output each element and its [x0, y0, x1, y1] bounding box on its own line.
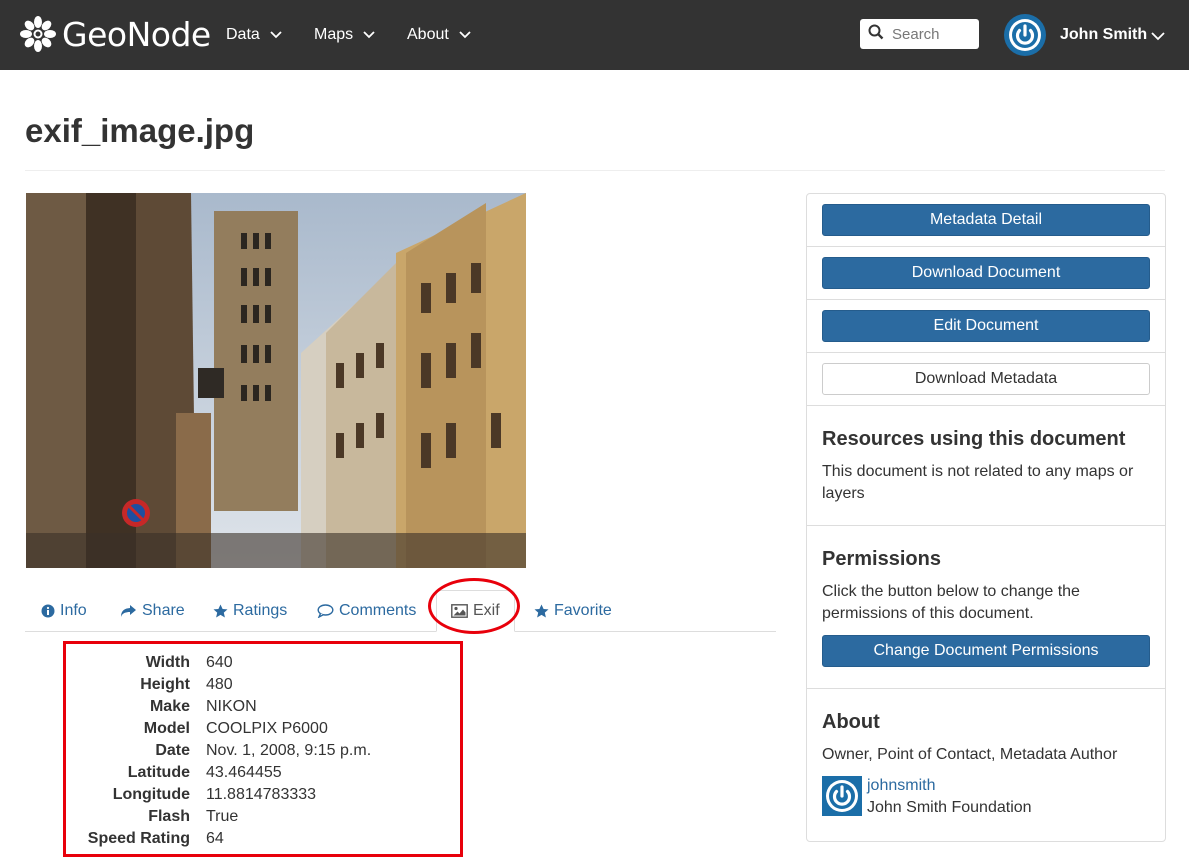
about-roles: Owner, Point of Contact, Metadata Author — [822, 746, 1118, 763]
comment-icon — [317, 604, 334, 618]
document-image — [26, 193, 526, 568]
exif-value: 64 — [206, 830, 224, 847]
download-document-button[interactable]: Download Document — [822, 257, 1150, 289]
exif-value: NIKON — [206, 698, 257, 715]
about-heading: About — [822, 711, 880, 733]
exif-key: Make — [149, 698, 190, 715]
edit-document-button[interactable]: Edit Document — [822, 310, 1150, 342]
nav-data-label: Data — [226, 26, 260, 43]
nav-maps-label: Maps — [314, 26, 354, 43]
permissions-text: Click the button below to change the per… — [822, 583, 1080, 622]
nav-about-dropdown[interactable]: About — [407, 22, 471, 48]
owner-username-link[interactable]: johnsmith — [867, 777, 935, 795]
exif-key: Date — [155, 742, 190, 759]
exif-key: Speed Rating — [87, 830, 190, 847]
sidebar-divider — [807, 405, 1165, 406]
nav-about-label: About — [407, 26, 449, 43]
search-input[interactable] — [892, 25, 972, 43]
exif-row: Height 480 — [66, 674, 466, 696]
exif-value: Nov. 1, 2008, 9:15 p.m. — [206, 742, 372, 759]
image-icon — [451, 604, 468, 618]
exif-key: Longitude — [112, 786, 190, 803]
exif-row: Flash True — [66, 806, 466, 828]
sidebar-divider — [807, 352, 1165, 353]
tab-favorite-label: Favorite — [554, 602, 612, 619]
exif-key: Height — [140, 676, 190, 693]
sidebar-divider — [807, 688, 1165, 689]
title-divider — [25, 170, 1165, 171]
metadata-detail-button[interactable]: Metadata Detail — [822, 204, 1150, 236]
tab-ratings-label: Ratings — [233, 602, 288, 619]
star-icon — [213, 604, 228, 618]
brand-name: GeoNode — [62, 14, 211, 54]
tab-ratings[interactable]: Ratings — [213, 598, 287, 624]
user-avatar[interactable] — [1004, 14, 1046, 56]
power-icon — [826, 780, 858, 812]
exif-value: 43.464455 — [206, 764, 282, 781]
resources-text: This document is not related to any maps… — [822, 463, 1134, 502]
exif-value: 480 — [206, 676, 233, 693]
tab-share[interactable]: Share — [120, 598, 185, 624]
page-title: exif_image.jpg — [25, 112, 255, 149]
search-icon — [868, 24, 884, 45]
exif-value: 640 — [206, 654, 233, 671]
change-permissions-button[interactable]: Change Document Permissions — [822, 635, 1150, 667]
search-box[interactable] — [860, 19, 979, 49]
document-tabs: Info Share Ratings Comments Exif Favorit… — [25, 590, 776, 632]
permissions-heading: Permissions — [822, 548, 941, 570]
exif-key: Flash — [148, 808, 190, 825]
geonode-flower-icon — [20, 16, 56, 52]
chevron-down-icon — [270, 31, 282, 39]
tab-info[interactable]: Info — [41, 598, 87, 624]
exif-row: Latitude 43.464455 — [66, 762, 466, 784]
sidebar-divider — [807, 299, 1165, 300]
chevron-down-icon[interactable] — [1151, 28, 1165, 46]
exif-table: Width 640 Height 480 Make NIKON Model CO… — [63, 641, 463, 857]
owner-avatar[interactable] — [822, 776, 862, 816]
sidebar-divider — [807, 246, 1165, 247]
sidebar-divider — [807, 525, 1165, 526]
geonode-logo[interactable]: GeoNode — [18, 10, 211, 58]
document-sidebar: Metadata Detail Download Document Edit D… — [806, 193, 1166, 842]
exif-value: 11.8814783333 — [206, 786, 317, 803]
info-circle-icon — [41, 604, 55, 618]
download-metadata-button[interactable]: Download Metadata — [822, 363, 1150, 395]
nav-maps-dropdown[interactable]: Maps — [314, 22, 375, 48]
exif-key: Latitude — [127, 764, 190, 781]
tab-share-label: Share — [142, 602, 185, 619]
power-icon — [1009, 19, 1041, 51]
exif-row: Speed Rating 64 — [66, 828, 466, 850]
resources-heading: Resources using this document — [822, 428, 1126, 450]
exif-row: Width 640 — [66, 652, 466, 674]
share-arrow-icon — [120, 604, 137, 618]
owner-organization: John Smith Foundation — [867, 799, 1032, 816]
user-menu-name[interactable]: John Smith — [1060, 22, 1147, 48]
exif-row: Make NIKON — [66, 696, 466, 718]
chevron-down-icon — [459, 31, 471, 39]
nav-data-dropdown[interactable]: Data — [226, 22, 282, 48]
tab-exif-label: Exif — [473, 602, 500, 619]
tab-comments[interactable]: Comments — [317, 598, 416, 624]
exif-key: Width — [145, 654, 190, 671]
star-icon — [534, 604, 549, 618]
exif-key: Model — [143, 720, 190, 737]
exif-row: Longitude 11.8814783333 — [66, 784, 466, 806]
tab-favorite[interactable]: Favorite — [534, 598, 612, 624]
chevron-down-icon — [363, 31, 375, 39]
tab-info-label: Info — [60, 602, 87, 619]
exif-value: COOLPIX P6000 — [206, 720, 328, 737]
tab-exif[interactable]: Exif — [436, 590, 515, 632]
exif-value: True — [206, 808, 239, 825]
exif-row: Date Nov. 1, 2008, 9:15 p.m. — [66, 740, 466, 762]
tab-comments-label: Comments — [339, 602, 417, 619]
top-navbar: GeoNode Data Maps About John Smith — [0, 0, 1189, 70]
exif-row: Model COOLPIX P6000 — [66, 718, 466, 740]
